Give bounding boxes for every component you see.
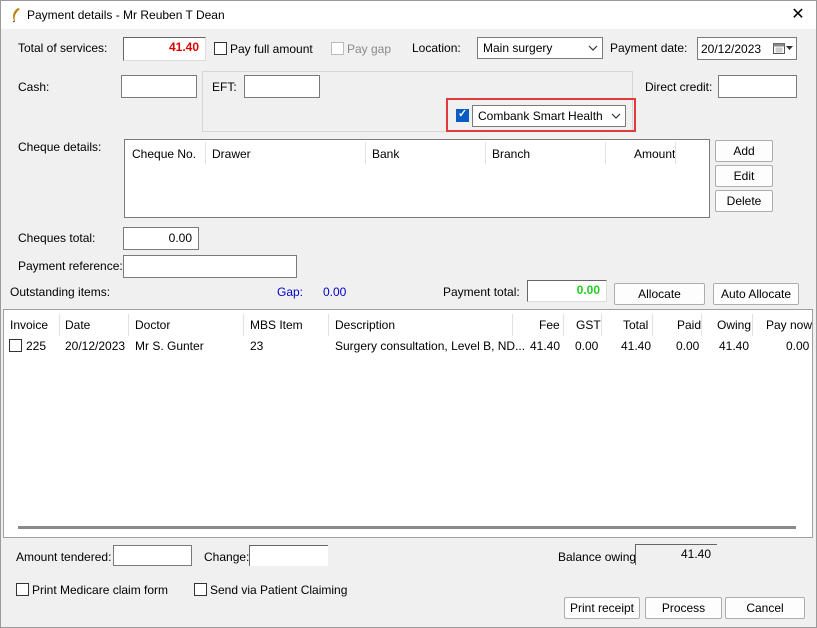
cheque-table[interactable]: Cheque No. Drawer Bank Branch Amount xyxy=(124,139,710,218)
payment-date-picker[interactable]: 20/12/2023 xyxy=(697,37,797,60)
pay-full-amount-checkbox[interactable] xyxy=(214,42,227,55)
direct-credit-label: Direct credit: xyxy=(645,80,713,94)
row-doctor: Mr S. Gunter xyxy=(135,339,204,353)
items-col-paid[interactable]: Paid xyxy=(677,318,701,332)
cheques-total-field: 0.00 xyxy=(123,227,199,250)
pay-gap-checkbox xyxy=(331,42,344,55)
process-button[interactable]: Process xyxy=(645,597,722,619)
cancel-button[interactable]: Cancel xyxy=(725,597,805,619)
cheque-col-number[interactable]: Cheque No. xyxy=(132,147,196,161)
location-value: Main surgery xyxy=(483,41,553,55)
pay-gap-label: Pay gap xyxy=(347,42,392,56)
items-col-doctor[interactable]: Doctor xyxy=(135,318,170,332)
payment-total-value: 0.00 xyxy=(576,283,600,297)
cheques-total-label: Cheques total: xyxy=(18,231,96,245)
row-date: 20/12/2023 xyxy=(65,339,126,353)
add-cheque-button[interactable]: Add xyxy=(715,140,773,162)
row-paid: 0.00 xyxy=(676,339,700,353)
row-description: Surgery consultation, Level B, ND... xyxy=(335,339,526,353)
payment-total-label: Payment total: xyxy=(443,285,520,299)
items-col-pay-now[interactable]: Pay now xyxy=(766,318,812,332)
cash-label: Cash: xyxy=(18,80,50,94)
payment-total-field: 0.00 xyxy=(527,280,607,302)
close-icon[interactable]: ✕ xyxy=(788,5,808,25)
cheque-details-label: Cheque details: xyxy=(18,140,102,154)
delete-cheque-button[interactable]: Delete xyxy=(715,190,773,212)
items-col-date[interactable]: Date xyxy=(65,318,90,332)
cheque-col-branch[interactable]: Branch xyxy=(492,147,530,161)
row-invoice: 225 xyxy=(26,339,47,353)
items-col-invoice[interactable]: Invoice xyxy=(10,318,48,332)
payment-reference-input[interactable] xyxy=(123,255,297,278)
eft-provider-value: Combank Smart Health xyxy=(478,109,603,123)
items-col-gst[interactable]: GST xyxy=(576,318,601,332)
cheques-total-value: 0.00 xyxy=(168,231,192,245)
cash-input[interactable] xyxy=(121,75,197,98)
send-patient-claiming-checkbox[interactable] xyxy=(194,583,207,596)
eft-label: EFT: xyxy=(212,80,237,94)
balance-owing-value: 41.40 xyxy=(680,547,711,561)
gap-label: Gap: xyxy=(277,285,304,299)
balance-owing-field: 41.40 xyxy=(635,544,717,565)
cheque-col-amount[interactable]: Amount xyxy=(634,147,675,161)
dropdown-arrow-icon xyxy=(786,46,793,50)
row-pay-now: 0.00 xyxy=(786,339,810,353)
title-bar: Payment details - Mr Reuben T Dean ✕ xyxy=(1,1,816,29)
change-label: Change: xyxy=(204,550,250,564)
direct-credit-input[interactable] xyxy=(718,75,797,98)
print-medicare-label: Print Medicare claim form xyxy=(32,583,169,597)
pay-full-amount-label: Pay full amount xyxy=(230,42,313,56)
cheque-col-bank[interactable]: Bank xyxy=(372,147,399,161)
amount-tendered-input[interactable] xyxy=(113,545,192,566)
location-label: Location: xyxy=(412,41,461,55)
row-mbs-item: 23 xyxy=(250,339,264,353)
gap-value: 0.00 xyxy=(323,285,347,299)
items-col-owing[interactable]: Owing xyxy=(717,318,751,332)
payment-details-window: Payment details - Mr Reuben T Dean ✕ Tot… xyxy=(0,0,817,628)
items-col-description[interactable]: Description xyxy=(335,318,395,332)
items-col-total[interactable]: Total xyxy=(623,318,648,332)
balance-owing-label: Balance owing: xyxy=(558,550,640,564)
outstanding-items-table[interactable]: Invoice Date Doctor MBS Item Description… xyxy=(3,309,813,538)
eft-input[interactable] xyxy=(244,75,320,98)
payment-date-value: 20/12/2023 xyxy=(701,42,762,56)
print-receipt-button[interactable]: Print receipt xyxy=(564,597,640,619)
allocate-button[interactable]: Allocate xyxy=(614,283,705,305)
row-fee: 41.40 xyxy=(530,339,561,353)
chevron-down-icon xyxy=(611,113,621,119)
payment-date-label: Payment date: xyxy=(610,41,688,55)
amount-tendered-label: Amount tendered: xyxy=(16,550,112,564)
row-gst: 0.00 xyxy=(575,339,599,353)
outstanding-items-label: Outstanding items: xyxy=(10,285,111,299)
edit-cheque-button[interactable]: Edit xyxy=(715,165,773,187)
eft-provider-checkbox[interactable] xyxy=(456,107,469,122)
total-services-label: Total of services: xyxy=(18,41,108,55)
row-select-checkbox[interactable] xyxy=(9,339,22,352)
row-total: 41.40 xyxy=(621,339,652,353)
horizontal-scrollbar[interactable] xyxy=(18,526,796,529)
eft-provider-dropdown[interactable]: Combank Smart Health xyxy=(472,105,626,127)
print-medicare-checkbox[interactable] xyxy=(16,583,29,596)
auto-allocate-button[interactable]: Auto Allocate xyxy=(713,283,799,305)
row-owing: 41.40 xyxy=(719,339,750,353)
send-patient-claiming-label: Send via Patient Claiming xyxy=(210,583,348,597)
change-field xyxy=(249,545,328,566)
total-services-value: 41.40 xyxy=(168,40,199,54)
app-feather-icon xyxy=(12,8,20,23)
location-dropdown[interactable]: Main surgery xyxy=(477,37,603,59)
window-title: Payment details - Mr Reuben T Dean xyxy=(27,8,225,22)
items-col-fee[interactable]: Fee xyxy=(539,318,560,332)
chevron-down-icon xyxy=(588,45,598,51)
calendar-icon xyxy=(773,43,785,54)
payment-reference-label: Payment reference: xyxy=(18,259,123,273)
total-services-field: 41.40 xyxy=(123,37,206,61)
items-col-mbs-item[interactable]: MBS Item xyxy=(250,318,303,332)
cheque-col-drawer[interactable]: Drawer xyxy=(212,147,251,161)
